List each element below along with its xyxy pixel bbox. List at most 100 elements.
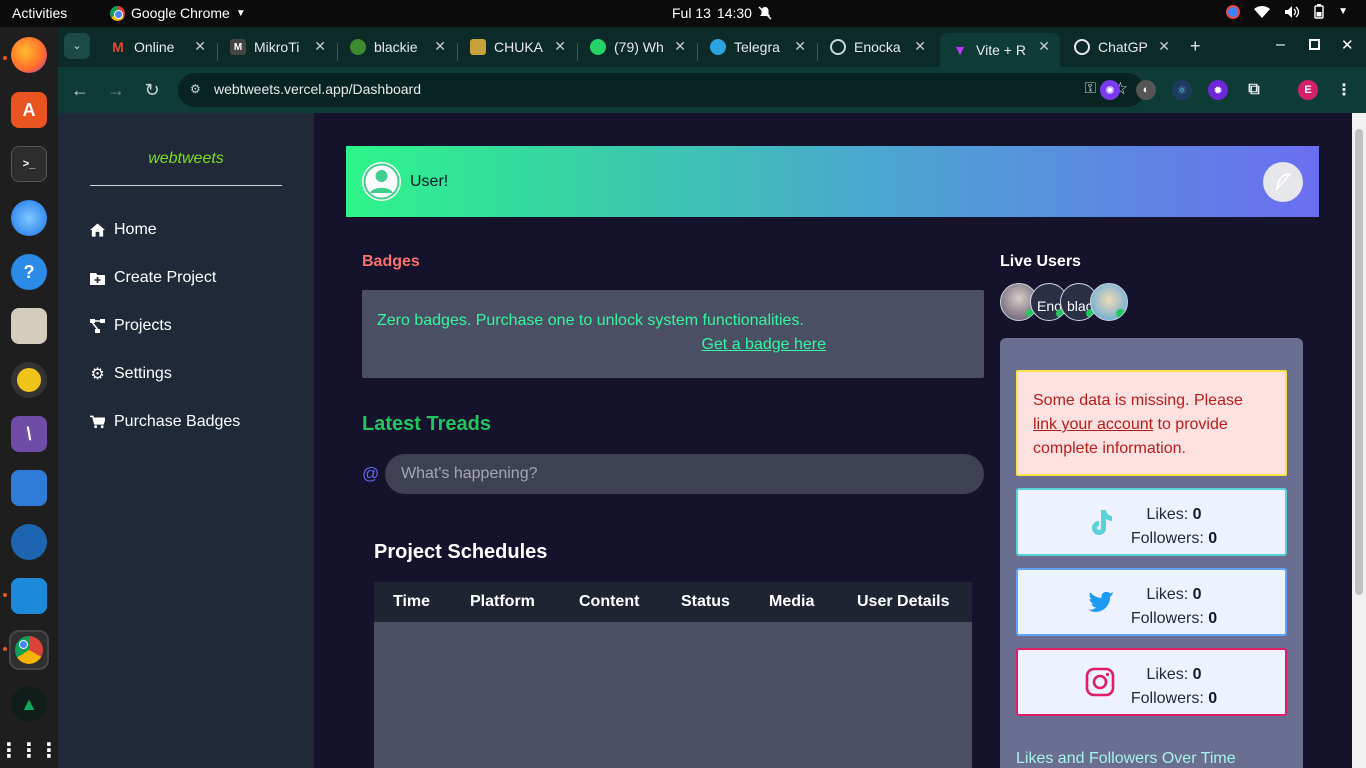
- help-icon[interactable]: ?: [11, 254, 47, 290]
- close-icon[interactable]: ✕: [794, 38, 806, 55]
- get-badge-link[interactable]: Get a badge here: [362, 336, 826, 354]
- system-tray[interactable]: ▼: [1226, 4, 1348, 19]
- extensions-puzzle-icon[interactable]: ⧉: [1244, 80, 1264, 100]
- inkscape-icon[interactable]: \: [11, 416, 47, 452]
- divider: [90, 185, 282, 186]
- tab-mikrotik[interactable]: M MikroTi ✕: [218, 33, 336, 61]
- date-text: Ful 13: [672, 5, 711, 21]
- mongodb-compass-icon[interactable]: ▲: [11, 686, 47, 722]
- tread-input[interactable]: [385, 454, 984, 494]
- cart-icon: [90, 415, 105, 430]
- firefox-icon[interactable]: [11, 37, 47, 73]
- twitter-stats-card[interactable]: Likes: 0 Followers: 0: [1016, 568, 1287, 636]
- folder-plus-icon: [90, 271, 105, 286]
- tab-whatsapp[interactable]: (79) Wh ✕: [578, 33, 696, 61]
- close-icon[interactable]: ✕: [554, 38, 566, 55]
- extension-gear-purple-icon[interactable]: ✹: [1208, 80, 1228, 100]
- likes-followers-chart-title: Likes and Followers Over Time: [1016, 750, 1236, 767]
- running-indicator: [3, 593, 7, 597]
- password-key-icon[interactable]: ⚿: [1085, 80, 1096, 97]
- sidebar-item-purchase-badges[interactable]: Purchase Badges: [90, 413, 240, 431]
- tiktok-stats-card[interactable]: Likes: 0 Followers: 0: [1016, 488, 1287, 556]
- react-devtools-icon[interactable]: ⚛: [1172, 80, 1192, 100]
- close-icon[interactable]: ✕: [674, 38, 686, 55]
- close-icon[interactable]: ✕: [1158, 38, 1170, 55]
- address-bar[interactable]: ⚙ webtweets.vercel.app/Dashboard ⚿ ☆: [178, 73, 1144, 107]
- reload-icon[interactable]: ↻: [140, 78, 164, 102]
- sidebar-item-home[interactable]: Home: [90, 221, 157, 239]
- extension-puzzle-purple-icon[interactable]: ✺: [1100, 80, 1120, 100]
- libreoffice-writer-icon[interactable]: [11, 470, 47, 506]
- openai-icon: [1074, 39, 1090, 55]
- vscode-icon[interactable]: [11, 578, 47, 614]
- column-header-status[interactable]: Status: [681, 593, 730, 611]
- social-stats-panel: Some data is missing. Please link your a…: [1000, 338, 1303, 768]
- instagram-stats-card[interactable]: Likes: 0 Followers: 0: [1016, 648, 1287, 716]
- chrome-menu-icon[interactable]: ⋮: [1334, 80, 1354, 100]
- url-text[interactable]: webtweets.vercel.app/Dashboard: [214, 81, 421, 97]
- user-avatar-icon[interactable]: [362, 162, 401, 201]
- app-menu[interactable]: Google Chrome ▼: [110, 5, 246, 21]
- blackie-icon: [350, 39, 366, 55]
- maximize-button[interactable]: [1309, 39, 1320, 50]
- sidebar-item-projects[interactable]: Projects: [90, 317, 172, 335]
- close-window-button[interactable]: ✕: [1341, 36, 1354, 54]
- minimize-button[interactable]: –: [1276, 36, 1285, 54]
- back-icon[interactable]: ←: [68, 78, 92, 102]
- close-icon[interactable]: ✕: [914, 38, 926, 55]
- forward-icon[interactable]: →: [104, 78, 128, 102]
- tab-chuka[interactable]: CHUKA ✕: [458, 33, 576, 61]
- wifi-icon: [1254, 5, 1271, 18]
- tab-enocka[interactable]: Enocka ✕: [818, 33, 936, 61]
- show-apps-icon[interactable]: ⋮⋮⋮: [0, 732, 59, 768]
- link-account-link[interactable]: link your account: [1033, 416, 1153, 433]
- running-indicator: [3, 56, 7, 60]
- page-scrollbar[interactable]: [1352, 113, 1366, 768]
- column-header-platform[interactable]: Platform: [470, 593, 535, 611]
- mysql-workbench-icon[interactable]: [11, 524, 47, 560]
- profile-avatar[interactable]: E: [1298, 80, 1318, 100]
- column-header-user-details[interactable]: User Details: [857, 593, 950, 611]
- terminal-icon[interactable]: >_: [11, 146, 47, 182]
- battery-icon: [1314, 4, 1324, 19]
- extension-moon-icon[interactable]: ◐: [1136, 80, 1156, 100]
- badges-box: Zero badges. Purchase one to unlock syst…: [362, 290, 984, 378]
- brand-logo[interactable]: webtweets: [58, 150, 314, 168]
- close-icon[interactable]: ✕: [434, 38, 446, 55]
- column-header-content[interactable]: Content: [579, 593, 639, 611]
- mikrotik-icon: M: [230, 39, 246, 55]
- software-center-icon[interactable]: A: [11, 92, 47, 128]
- close-icon[interactable]: ✕: [194, 38, 206, 55]
- activities-button[interactable]: Activities: [12, 5, 67, 21]
- tab-chatgpt[interactable]: ChatGP ✕: [1062, 33, 1180, 61]
- chrome-icon[interactable]: [9, 630, 49, 670]
- sidebar-item-settings[interactable]: ⚙ Settings: [90, 365, 171, 383]
- tab-search-button[interactable]: ⌄: [64, 33, 90, 59]
- system-top-bar: Activities Google Chrome ▼ Ful 13 14:30 …: [0, 0, 1366, 27]
- at-symbol: @: [362, 464, 380, 483]
- time-text: 14:30: [716, 5, 752, 21]
- clock[interactable]: Ful 13 14:30: [672, 5, 772, 21]
- live-user-avatar[interactable]: [1090, 283, 1128, 321]
- tab-telegram[interactable]: Telegra ✕: [698, 33, 816, 61]
- tab-vite-active[interactable]: ▼ Vite + R ✕: [940, 33, 1060, 67]
- new-tab-button[interactable]: +: [1190, 36, 1201, 57]
- column-header-media[interactable]: Media: [769, 593, 814, 611]
- feather-quill-icon[interactable]: [1263, 162, 1303, 202]
- column-header-time[interactable]: Time: [393, 593, 430, 611]
- tab-blackie[interactable]: blackie ✕: [338, 33, 456, 61]
- app-name: Google Chrome: [131, 5, 230, 21]
- site-info-icon[interactable]: ⚙: [190, 82, 204, 96]
- telegram-icon: [710, 39, 726, 55]
- close-icon[interactable]: ✕: [314, 38, 326, 55]
- chuka-icon: [470, 39, 486, 55]
- thunderbird-icon[interactable]: [11, 200, 47, 236]
- sidebar-item-create-project[interactable]: Create Project: [90, 269, 216, 287]
- update-notifier-icon[interactable]: [1226, 4, 1241, 19]
- files-icon[interactable]: [11, 308, 47, 344]
- close-icon[interactable]: ✕: [1038, 38, 1050, 55]
- tiktok-icon: [1092, 510, 1112, 535]
- rhythmbox-icon[interactable]: [11, 362, 47, 398]
- scrollbar-thumb[interactable]: [1355, 129, 1363, 595]
- tab-gmail[interactable]: M Online ✕: [98, 33, 216, 61]
